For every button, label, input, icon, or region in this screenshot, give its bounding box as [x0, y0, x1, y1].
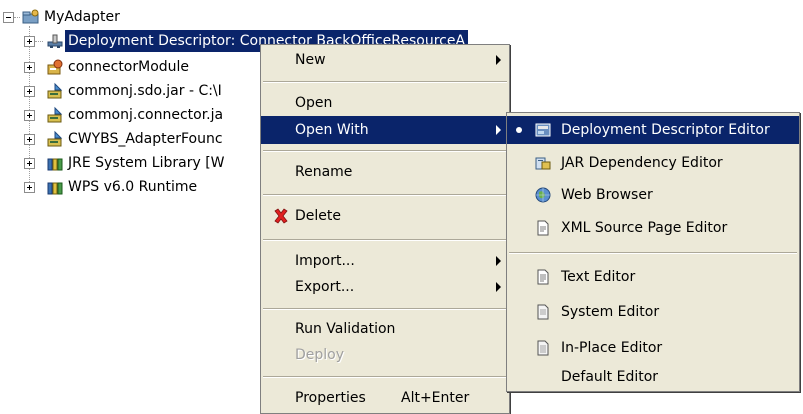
menu-item-open-with[interactable]: Open With	[261, 116, 509, 144]
jar-icon	[47, 82, 63, 99]
text-file-icon	[537, 269, 549, 285]
context-menu: New Open Open With Rename Delete Import.…	[260, 44, 510, 414]
tree-item-label: connectorModule	[68, 59, 190, 75]
connector-module-icon	[47, 59, 63, 75]
menu-item-delete[interactable]: Delete	[261, 202, 509, 230]
tree-item-label: WPS v6.0 Runtime	[68, 179, 198, 195]
submenu-item-default-editor[interactable]: Default Editor	[507, 363, 799, 391]
submenu-item-label: XML Source Page Editor	[561, 220, 728, 236]
submenu-item-xml-source-page-editor[interactable]: XML Source Page Editor	[507, 214, 799, 242]
tree-item-label: commonj.connector.ja	[68, 107, 224, 123]
menu-item-deploy[interactable]: Deploy	[261, 341, 509, 369]
expand-toggle-icon[interactable]	[24, 110, 35, 121]
menu-separator	[263, 150, 507, 152]
delete-x-icon	[274, 208, 288, 224]
menu-separator	[263, 194, 507, 196]
menu-item-open[interactable]: Open	[261, 89, 509, 117]
tree-item-wps-runtime[interactable]: WPS v6.0 Runtime	[0, 176, 260, 198]
tree-root-row[interactable]: MyAdapter	[0, 6, 260, 28]
expand-toggle-icon[interactable]	[24, 62, 35, 73]
submenu-arrow-icon	[496, 55, 501, 65]
jar-dependency-icon	[535, 157, 551, 170]
expand-toggle-icon[interactable]	[24, 36, 35, 47]
submenu-item-text-editor[interactable]: Text Editor	[507, 263, 799, 291]
menu-item-new[interactable]: New	[261, 46, 509, 74]
tree-item-commonj-sdo[interactable]: commonj.sdo.jar - C:\I	[0, 80, 260, 102]
menu-separator	[263, 308, 507, 310]
tree-item-label: CWYBS_AdapterFounc	[68, 131, 223, 147]
project-folder-icon	[22, 9, 39, 24]
tree-item-label: commonj.sdo.jar - C:\I	[68, 83, 222, 99]
menu-item-export[interactable]: Export...	[261, 273, 509, 301]
submenu-item-in-place-editor[interactable]: In-Place Editor	[507, 334, 799, 362]
expand-toggle-icon[interactable]	[24, 158, 35, 169]
tree-item-label: JRE System Library [W	[68, 155, 225, 171]
menu-item-run-validation[interactable]: Run Validation	[261, 315, 509, 343]
tree-item-jre-library[interactable]: JRE System Library [W	[0, 152, 260, 174]
submenu-item-label: JAR Dependency Editor	[561, 155, 723, 171]
submenu-item-web-browser[interactable]: Web Browser	[507, 181, 799, 209]
menu-item-label: Rename	[295, 164, 353, 180]
menu-separator	[509, 252, 797, 254]
menu-item-label: Export...	[295, 279, 355, 295]
jar-icon	[47, 106, 63, 123]
menu-item-label: Open With	[295, 122, 369, 138]
expand-toggle-icon[interactable]	[24, 182, 35, 193]
submenu-item-label: Text Editor	[561, 269, 636, 285]
menu-item-label: Run Validation	[295, 321, 396, 337]
tree-item-connector-module[interactable]: connectorModule	[0, 56, 260, 78]
system-file-icon	[537, 304, 549, 320]
submenu-arrow-icon	[496, 125, 501, 135]
expand-toggle-icon[interactable]	[24, 134, 35, 145]
submenu-item-jar-dependency-editor[interactable]: JAR Dependency Editor	[507, 149, 799, 177]
menu-separator	[263, 376, 507, 378]
xml-file-icon	[537, 220, 549, 236]
deployment-editor-icon	[535, 123, 551, 137]
selected-bullet-icon	[516, 127, 522, 133]
library-icon	[47, 182, 63, 195]
menu-item-label: Delete	[295, 208, 341, 224]
library-icon	[47, 158, 63, 171]
tree-root-label: MyAdapter	[44, 9, 120, 25]
tree-line	[35, 41, 43, 42]
submenu-item-label: Default Editor	[561, 369, 659, 385]
menu-item-import[interactable]: Import...	[261, 247, 509, 275]
submenu-item-label: Web Browser	[561, 187, 653, 203]
submenu-item-system-editor[interactable]: System Editor	[507, 298, 799, 326]
collapse-toggle-icon[interactable]	[3, 12, 14, 23]
submenu-arrow-icon	[496, 282, 501, 292]
menu-separator	[263, 81, 507, 83]
menu-separator	[263, 239, 507, 241]
expand-toggle-icon[interactable]	[24, 86, 35, 97]
open-with-submenu: Deployment Descriptor Editor JAR Depende…	[506, 112, 800, 392]
menu-item-label: New	[295, 52, 326, 68]
menu-item-label: Open	[295, 95, 333, 111]
tree-item-cwybs-adapter[interactable]: CWYBS_AdapterFounc	[0, 128, 260, 150]
tree-item-commonj-connector[interactable]: commonj.connector.ja	[0, 104, 260, 126]
deployment-descriptor-icon	[47, 34, 63, 48]
submenu-item-label: In-Place Editor	[561, 340, 663, 356]
menu-item-label: Import...	[295, 253, 355, 269]
globe-icon	[535, 187, 551, 203]
menu-item-rename[interactable]: Rename	[261, 158, 509, 186]
menu-item-label: Deploy	[295, 347, 345, 363]
jar-icon	[47, 130, 63, 147]
submenu-arrow-icon	[496, 256, 501, 266]
submenu-item-label: Deployment Descriptor Editor	[561, 122, 770, 138]
submenu-item-label: System Editor	[561, 304, 660, 320]
submenu-item-deployment-descriptor-editor[interactable]: Deployment Descriptor Editor	[507, 116, 799, 144]
inplace-file-icon	[537, 340, 549, 356]
